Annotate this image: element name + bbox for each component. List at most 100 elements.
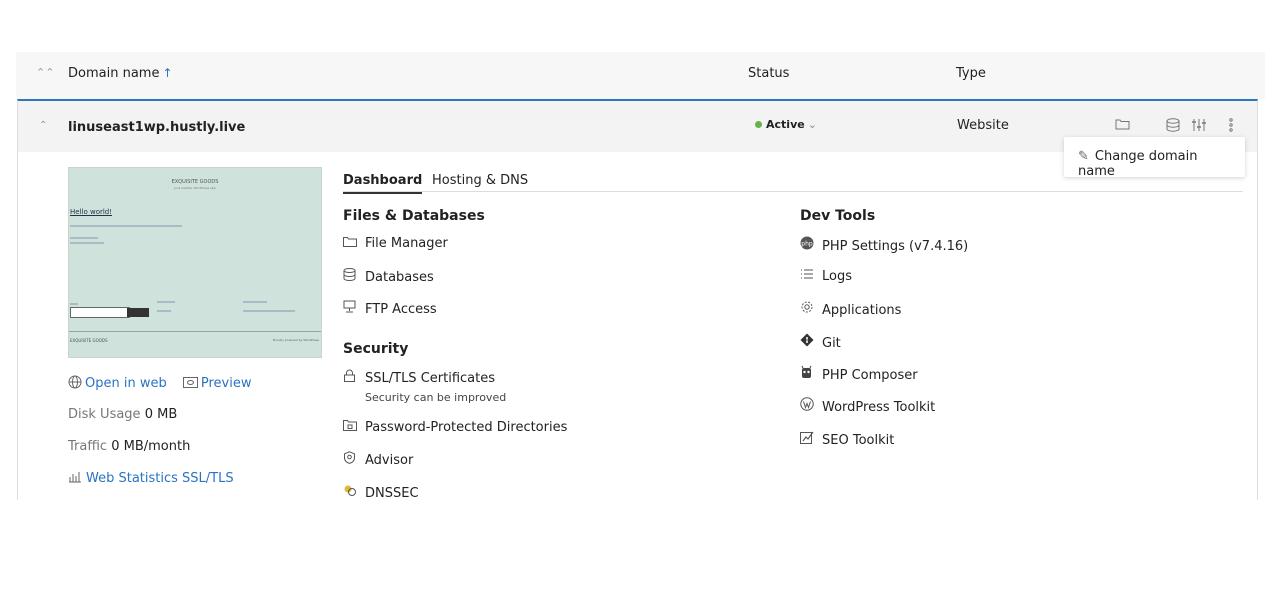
domain-name[interactable]: linuseast1wp.hustly.live <box>68 120 245 135</box>
preview-text-line <box>70 237 98 239</box>
ftp-access-link[interactable]: FTP Access <box>343 300 437 317</box>
ftp-icon <box>343 300 358 316</box>
preview-link[interactable]: Preview <box>182 376 252 391</box>
seo-toolkit-link[interactable]: SEO Toolkit <box>800 430 894 448</box>
preview-label: Preview <box>200 376 252 391</box>
php-composer-label: PHP Composer <box>822 368 918 383</box>
tab-bar: Dashboard Hosting & DNS <box>343 169 1243 194</box>
web-statistics-link[interactable]: Web Statistics SSL/TLS <box>68 471 234 486</box>
git-icon <box>800 333 815 350</box>
open-in-web-label: Open in web <box>85 376 167 391</box>
section-security: Security <box>343 341 409 357</box>
php-icon: php <box>800 236 815 253</box>
ssl-tls-label: SSL/TLS Certificates <box>365 371 495 386</box>
database-icon[interactable] <box>1166 118 1180 136</box>
locked-folder-icon <box>343 419 358 434</box>
section-files-databases: Files & Databases <box>343 208 485 224</box>
dnssec-icon <box>343 484 358 500</box>
composer-icon <box>800 365 815 382</box>
ssl-note: Security can be improved <box>365 391 507 404</box>
database-icon <box>343 268 358 284</box>
advisor-link[interactable]: Advisor <box>343 451 413 468</box>
file-manager-link[interactable]: File Manager <box>343 236 448 251</box>
svg-text:php: php <box>801 241 813 248</box>
domain-type: Website <box>957 118 1009 133</box>
preview-divider <box>69 331 321 332</box>
file-manager-label: File Manager <box>365 236 448 251</box>
traffic-value: 0 MB/month <box>111 439 191 454</box>
ftp-access-label: FTP Access <box>365 302 437 317</box>
sort-asc-icon: ↑ <box>162 66 173 80</box>
collapse-row-icon[interactable]: ⌃ <box>39 120 47 131</box>
preview-footer-right: Proudly powered by WordPress <box>272 338 319 342</box>
chevron-down-icon: ⌄ <box>807 118 817 131</box>
logs-link[interactable]: Logs <box>800 268 852 284</box>
preview-text-line <box>70 242 104 244</box>
seo-chart-icon <box>800 430 815 447</box>
preview-text-line <box>157 301 175 303</box>
logs-label: Logs <box>822 269 852 284</box>
domains-table: ⌃⌃ Domain name ↑ Status Type ⌃ linuseast1… <box>16 52 1265 500</box>
site-preview-thumbnail[interactable]: EXQUISITE GOODS Just another WordPress s… <box>68 167 322 358</box>
applications-link[interactable]: Applications <box>800 300 901 318</box>
disk-usage-value: 0 MB <box>144 407 178 422</box>
preview-text-line <box>70 303 78 305</box>
wordpress-toolkit-label: WordPress Toolkit <box>822 400 936 415</box>
preview-footer-left: EXQUISITE GOODS <box>70 338 108 343</box>
databases-link[interactable]: Databases <box>343 268 434 285</box>
databases-label: Databases <box>365 270 434 285</box>
column-type[interactable]: Type <box>956 66 986 81</box>
lock-icon <box>343 369 358 385</box>
traffic-label: Traffic <box>68 439 108 454</box>
table-header: ⌃⌃ Domain name ↑ Status Type <box>16 52 1265 99</box>
status-dot <box>755 121 762 128</box>
traffic: Traffic 0 MB/month <box>68 439 190 454</box>
status-dropdown[interactable]: Active ⌄ <box>755 118 817 131</box>
globe-icon <box>68 375 82 389</box>
bar-chart-icon <box>69 472 81 483</box>
advisor-icon <box>343 451 358 467</box>
tab-hosting-dns[interactable]: Hosting & DNS <box>432 173 528 188</box>
section-dev-tools: Dev Tools <box>800 208 876 224</box>
password-protected-dirs-label: Password-Protected Directories <box>365 420 568 435</box>
php-composer-link[interactable]: PHP Composer <box>800 365 918 383</box>
preview-text-line <box>70 225 182 227</box>
password-protected-dirs-link[interactable]: Password-Protected Directories <box>343 419 567 435</box>
wordpress-toolkit-link[interactable]: WordPress Toolkit <box>800 397 935 415</box>
gear-icon <box>800 300 815 317</box>
dnssec-label: DNSSEC <box>365 486 419 500</box>
php-settings-link[interactable]: php PHP Settings (v7.4.16) <box>800 236 968 254</box>
php-settings-label: PHP Settings (v7.4.16) <box>822 239 969 254</box>
seo-toolkit-label: SEO Toolkit <box>822 433 895 448</box>
preview-text-line <box>243 301 267 303</box>
collapse-all-icon[interactable]: ⌃⌃ <box>36 66 54 79</box>
folder-icon <box>343 236 358 250</box>
web-statistics-label: Web Statistics SSL/TLS <box>86 471 234 486</box>
preview-site-tagline: Just another WordPress site <box>174 186 216 190</box>
site-links: Open in web Preview <box>68 375 251 391</box>
preview-text-line <box>157 310 171 312</box>
disk-usage: Disk Usage 0 MB <box>68 407 177 422</box>
advisor-label: Advisor <box>365 453 414 468</box>
dnssec-link[interactable]: DNSSEC <box>343 484 419 500</box>
preview-text-line <box>243 310 295 312</box>
more-vertical-icon[interactable] <box>1228 118 1234 136</box>
preview-search-button <box>127 308 149 317</box>
wordpress-icon <box>800 397 815 414</box>
git-link[interactable]: Git <box>800 333 841 351</box>
domain-row-expanded: ⌃ linuseast1wp.hustly.live Active ⌄ Websi… <box>17 99 1258 500</box>
git-label: Git <box>822 336 841 351</box>
ssl-tls-link[interactable]: SSL/TLS Certificates <box>343 369 495 386</box>
list-icon <box>800 268 815 283</box>
column-status[interactable]: Status <box>748 66 789 81</box>
sliders-icon[interactable] <box>1192 118 1206 136</box>
column-domain-name[interactable]: Domain name ↑ <box>68 66 173 81</box>
folder-icon[interactable] <box>1115 118 1130 134</box>
status-label: Active <box>766 118 805 131</box>
eye-icon <box>182 377 198 388</box>
disk-usage-label: Disk Usage <box>68 407 141 422</box>
open-in-web-link[interactable]: Open in web <box>68 375 171 391</box>
pencil-icon: ✎ <box>1078 149 1089 164</box>
tab-dashboard[interactable]: Dashboard <box>343 173 423 194</box>
applications-label: Applications <box>822 303 902 318</box>
